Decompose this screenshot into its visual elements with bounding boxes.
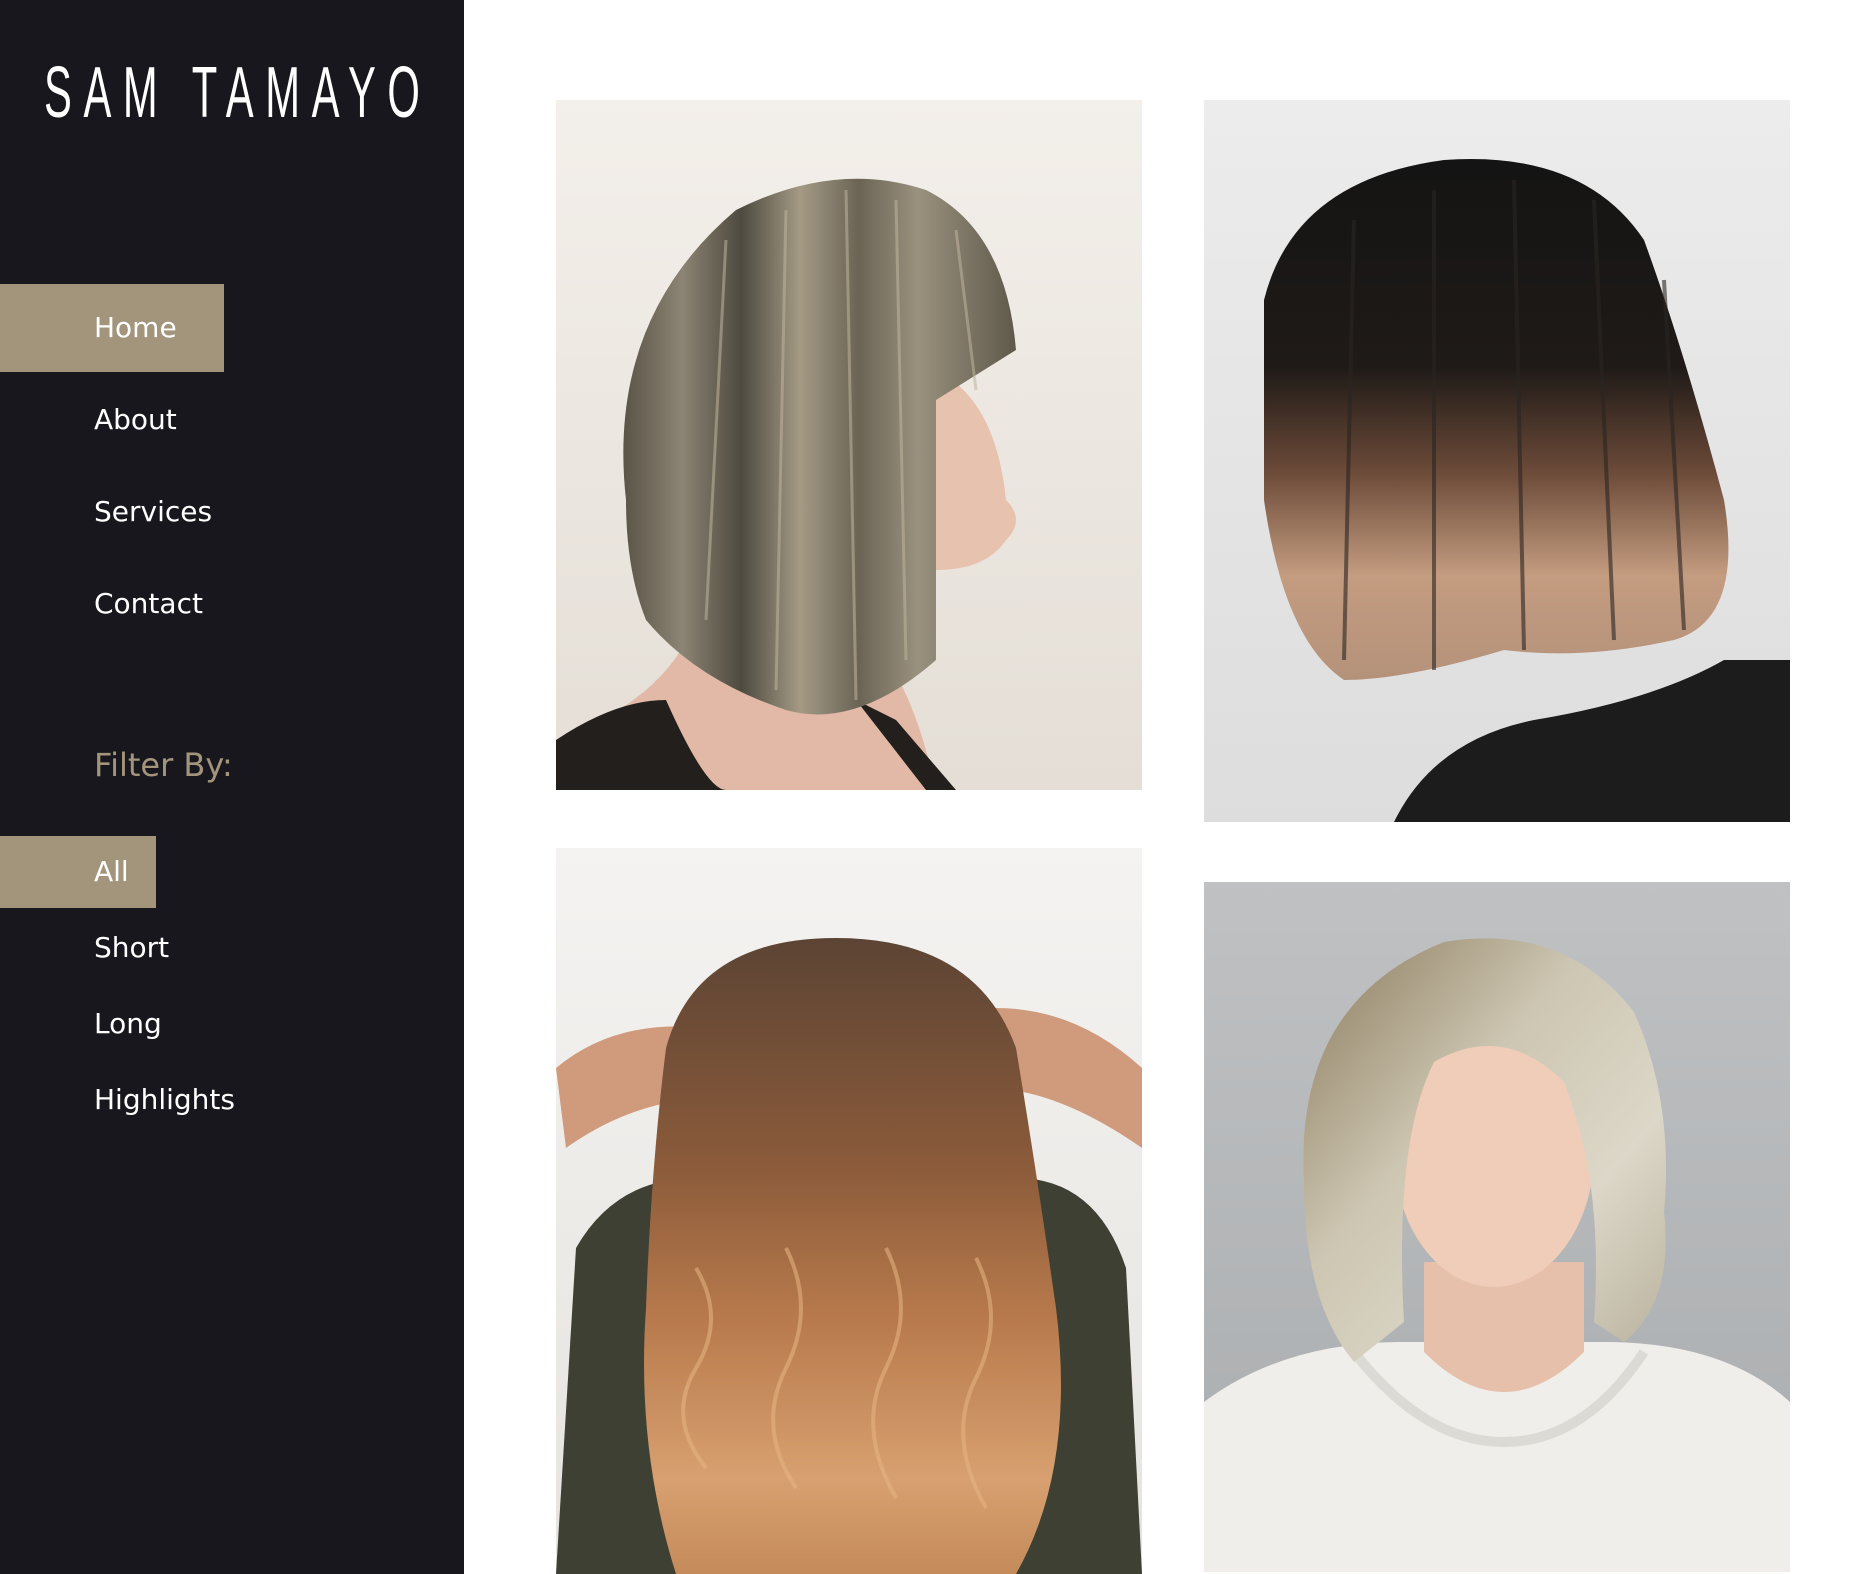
main-nav: Home About Services Contact	[0, 284, 224, 652]
gallery-photo-long-balayage[interactable]	[556, 848, 1142, 1574]
filter-heading: Filter By:	[94, 746, 233, 784]
gallery-photo-ash-blonde[interactable]	[1204, 882, 1790, 1572]
filter-all[interactable]: All	[0, 836, 156, 908]
nav-item-about[interactable]: About	[0, 376, 224, 464]
sidebar: SAM TAMAYO Home About Services Contact F…	[0, 0, 464, 1574]
nav-item-services[interactable]: Services	[0, 468, 224, 556]
site-logo[interactable]: SAM TAMAYO	[44, 57, 420, 129]
nav-item-contact[interactable]: Contact	[0, 560, 224, 648]
filter-short[interactable]: Short	[0, 912, 235, 984]
filter-highlights[interactable]: Highlights	[0, 1064, 235, 1136]
gallery-photo-bob-highlights[interactable]	[556, 100, 1142, 790]
filter-list: All Short Long Highlights	[0, 836, 235, 1140]
nav-item-home[interactable]: Home	[0, 284, 224, 372]
gallery-photo-blunt-bob[interactable]	[1204, 100, 1790, 822]
filter-long[interactable]: Long	[0, 988, 235, 1060]
